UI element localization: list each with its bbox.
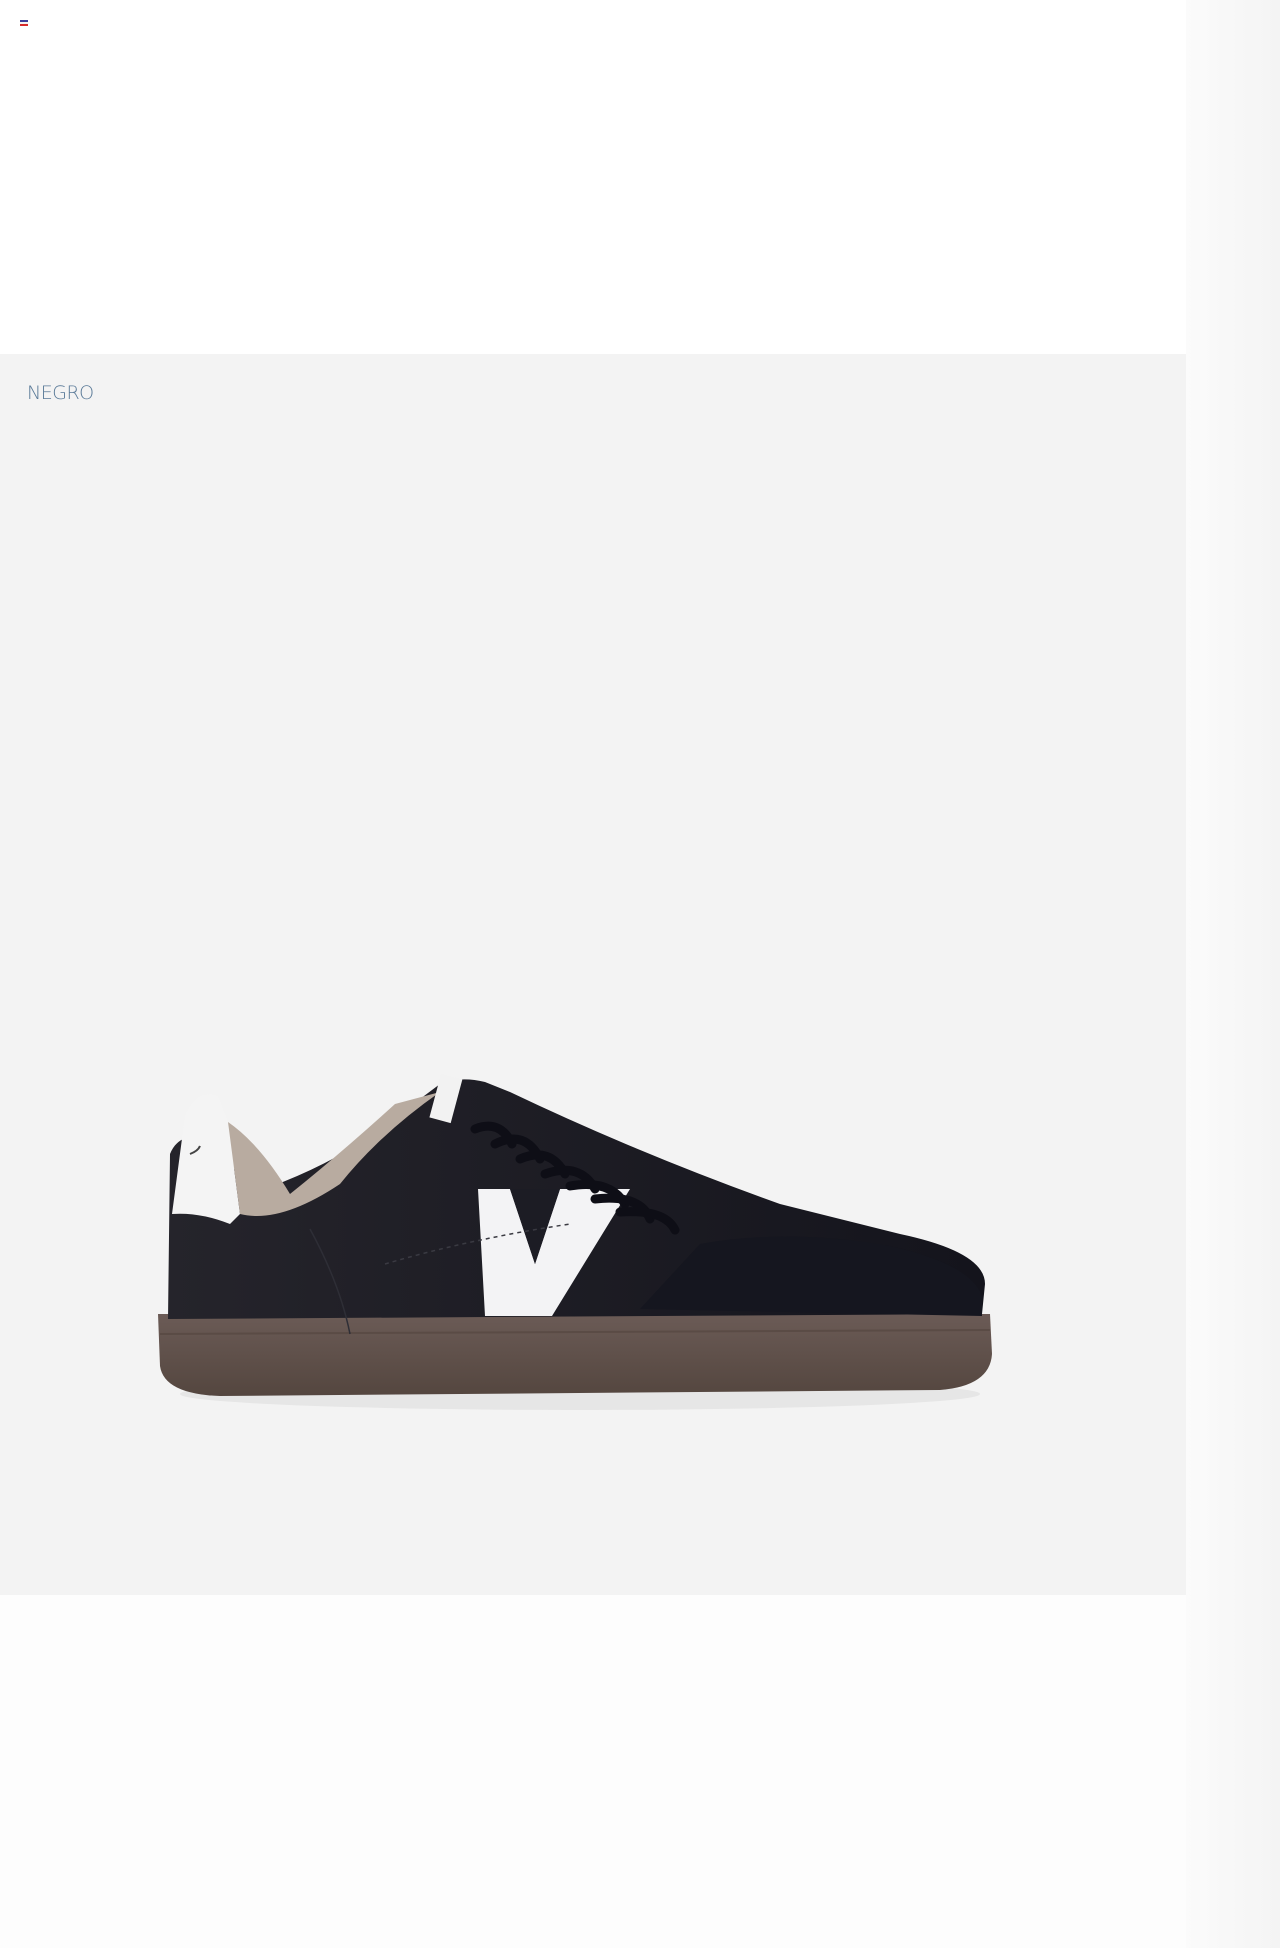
flag-stripe-bottom (20, 24, 28, 26)
product-card[interactable]: NEGRO (0, 354, 1186, 1595)
page-side-margin (1186, 0, 1280, 1948)
page-bottom-area (0, 1595, 1186, 1948)
sneaker-image[interactable] (140, 1034, 1040, 1434)
product-color-label: NEGRO (27, 382, 94, 404)
language-flag-icon[interactable] (20, 20, 28, 26)
